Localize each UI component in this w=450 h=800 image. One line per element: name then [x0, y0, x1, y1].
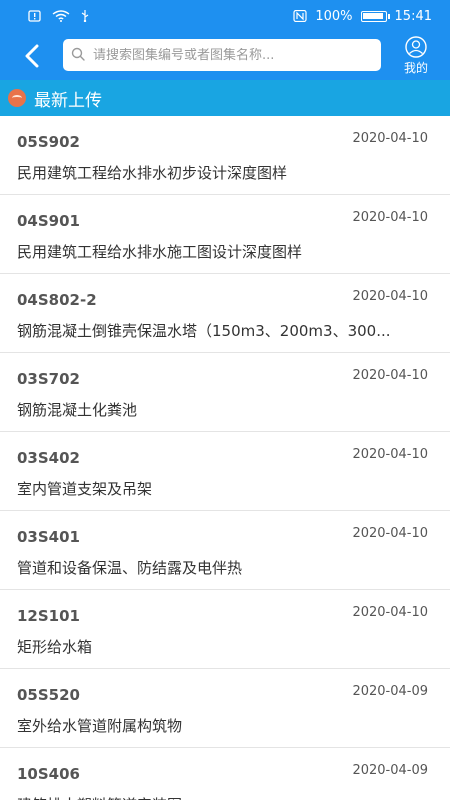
status-bar: 100% 15:41 — [0, 0, 450, 32]
me-button[interactable]: 我的 — [396, 36, 436, 76]
item-name: 管道和设备保温、防结露及电伴热 — [17, 559, 243, 577]
item-code: 04S901 — [17, 212, 80, 230]
section-title: 最新上传 — [34, 90, 102, 111]
search-input[interactable] — [93, 47, 373, 63]
battery-icon — [360, 10, 390, 22]
item-date: 2020-04-10 — [352, 526, 428, 541]
status-left — [28, 10, 90, 23]
search-icon — [71, 46, 85, 65]
app-header: 100% 15:41 我的 — [0, 0, 450, 80]
nfc-icon — [293, 9, 307, 23]
item-name: 矩形给水箱 — [17, 638, 93, 656]
item-code: 05S520 — [17, 686, 80, 704]
battery-level — [362, 12, 383, 19]
item-name: 室外给水管道附属构筑物 — [17, 717, 183, 735]
item-code: 12S101 — [17, 607, 80, 625]
status-time: 15:41 — [394, 8, 432, 24]
list-item[interactable]: 05S520 2020-04-09 室外给水管道附属构筑物 — [0, 669, 450, 748]
list-item[interactable]: 05S902 2020-04-10 民用建筑工程给水排水初步设计深度图样 — [0, 116, 450, 195]
list-item[interactable]: 04S901 2020-04-10 民用建筑工程给水排水施工图设计深度图样 — [0, 195, 450, 274]
item-date: 2020-04-10 — [352, 210, 428, 225]
item-code: 03S401 — [17, 528, 80, 546]
item-date: 2020-04-09 — [352, 684, 428, 699]
item-date: 2020-04-10 — [352, 447, 428, 462]
list-item[interactable]: 03S401 2020-04-10 管道和设备保温、防结露及电伴热 — [0, 511, 450, 590]
item-name: 民用建筑工程给水排水初步设计深度图样 — [17, 164, 288, 182]
item-date: 2020-04-10 — [352, 605, 428, 620]
status-right: 100% 15:41 — [293, 9, 432, 24]
list-item[interactable]: 04S802-2 2020-04-10 钢筋混凝土倒锥壳保温水塔（150m3、200… — [0, 274, 450, 353]
item-date: 2020-04-10 — [352, 289, 428, 304]
item-code: 03S402 — [17, 449, 80, 467]
item-name: 室内管道支架及吊架 — [17, 480, 153, 498]
list-item[interactable]: 03S402 2020-04-10 室内管道支架及吊架 — [0, 432, 450, 511]
atlas-list: 05S902 2020-04-10 民用建筑工程给水排水初步设计深度图样 04S901… — [0, 116, 450, 800]
list-item[interactable]: 10S406 2020-04-09 建筑排水塑料管道安装图 — [0, 748, 450, 800]
alert-icon — [28, 10, 42, 22]
list-item[interactable]: 12S101 2020-04-10 矩形给水箱 — [0, 590, 450, 669]
wifi-icon — [52, 10, 70, 22]
list-item[interactable]: 03S702 2020-04-10 钢筋混凝土化粪池 — [0, 353, 450, 432]
item-code: 04S802-2 — [17, 291, 97, 309]
item-code: 03S702 — [17, 370, 80, 388]
item-name: 钢筋混凝土倒锥壳保温水塔（150m3、200m3、300... — [17, 322, 391, 340]
item-date: 2020-04-09 — [352, 763, 428, 778]
chevron-left-icon — [25, 44, 39, 68]
item-code: 05S902 — [17, 133, 80, 151]
item-date: 2020-04-10 — [352, 131, 428, 146]
item-name: 钢筋混凝土化粪池 — [17, 401, 138, 419]
me-label: 我的 — [403, 61, 428, 75]
item-name: 建筑排水塑料管道安装图 — [17, 794, 435, 800]
item-name: 民用建筑工程给水排水施工图设计深度图样 — [17, 243, 303, 261]
hot-icon — [8, 89, 26, 107]
usb-icon — [80, 10, 90, 23]
battery-percent: 100% — [315, 8, 353, 24]
item-date: 2020-04-10 — [352, 368, 428, 383]
user-icon — [405, 36, 427, 58]
item-code: 10S406 — [17, 765, 80, 783]
back-button[interactable] — [18, 42, 46, 70]
section-header: 最新上传 — [0, 80, 450, 116]
search-box[interactable] — [63, 39, 381, 71]
